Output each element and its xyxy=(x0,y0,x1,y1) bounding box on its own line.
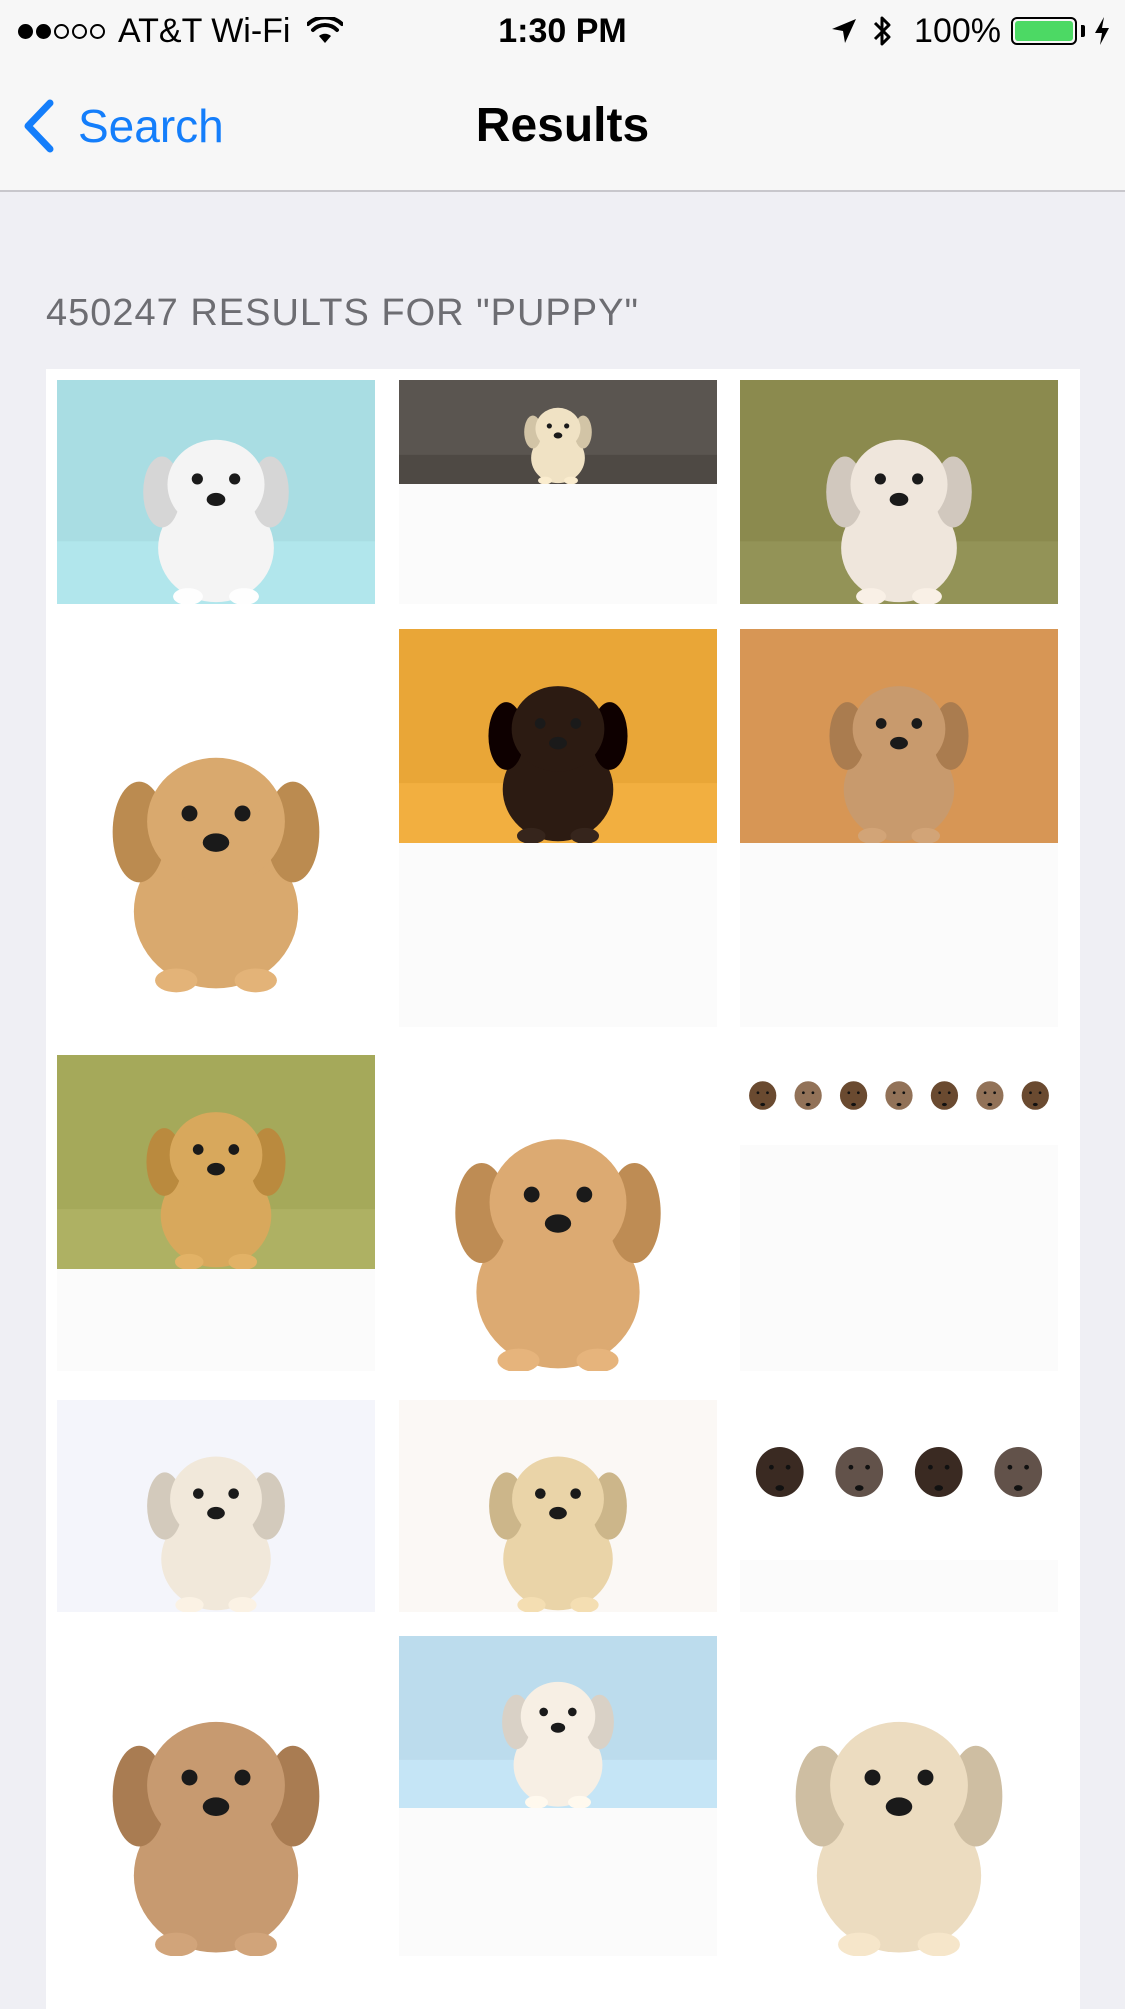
status-right: 100% xyxy=(830,10,1111,52)
puppy-photo xyxy=(740,380,1058,604)
result-image-row-of-puppies-kittens[interactable] xyxy=(740,1055,1058,1371)
puppy-photo xyxy=(740,629,1058,843)
result-image-golden-puppy-walking[interactable] xyxy=(399,1055,717,1371)
puppy-photo xyxy=(57,1055,375,1269)
puppy-photo xyxy=(399,1055,717,1371)
battery-percentage: 100% xyxy=(914,11,1001,50)
location-arrow-icon xyxy=(832,19,857,43)
result-image-golden-puppy-meadow[interactable] xyxy=(57,1055,375,1371)
result-image-dalmatian-puppy-paint[interactable] xyxy=(57,380,375,604)
bluetooth-icon xyxy=(873,16,891,46)
result-image-lab-puppy-rope-toy[interactable] xyxy=(399,1400,717,1612)
battery-tip xyxy=(1081,25,1085,37)
puppy-photo xyxy=(399,1400,717,1612)
puppy-photo xyxy=(399,629,717,843)
result-image-rottweiler-puppy-leaves[interactable] xyxy=(399,629,717,1027)
result-image-white-puppy-blue-wall[interactable] xyxy=(399,1636,717,1956)
result-image-lab-puppy-sign[interactable] xyxy=(57,1400,375,1612)
status-bar: AT&T Wi-Fi 1:30 PM 100% xyxy=(0,0,1125,62)
charging-bolt-icon xyxy=(1095,17,1109,45)
result-image-four-puppies-row[interactable] xyxy=(740,1400,1058,1612)
result-image-white-puppy-running-grass[interactable] xyxy=(740,380,1058,604)
battery-icon xyxy=(1011,17,1077,45)
puppy-photo xyxy=(740,1055,1058,1145)
puppy-photo xyxy=(399,380,717,484)
puppy-photo xyxy=(740,1636,1058,1956)
puppy-photo xyxy=(399,1636,717,1808)
result-image-french-bulldog-puppy[interactable] xyxy=(57,1636,375,1956)
result-image-lab-puppy-waving[interactable] xyxy=(740,1636,1058,1956)
result-image-fluffy-tan-puppy[interactable] xyxy=(57,629,375,1027)
puppy-photo xyxy=(740,1400,1058,1560)
result-image-lab-puppy-tie[interactable] xyxy=(399,380,717,604)
puppy-photo xyxy=(57,380,375,604)
puppy-photo xyxy=(57,1400,375,1612)
puppy-photo xyxy=(57,1636,375,1956)
results-count-header: 450247 RESULTS FOR "PUPPY" xyxy=(46,292,639,334)
result-image-chihuahua-puppy-basket[interactable] xyxy=(740,629,1058,1027)
image-grid xyxy=(46,369,1080,2009)
navigation-bar: Search Results xyxy=(0,62,1125,192)
page-title: Results xyxy=(475,99,650,152)
battery-fill xyxy=(1015,21,1073,41)
puppy-photo xyxy=(57,629,375,1027)
